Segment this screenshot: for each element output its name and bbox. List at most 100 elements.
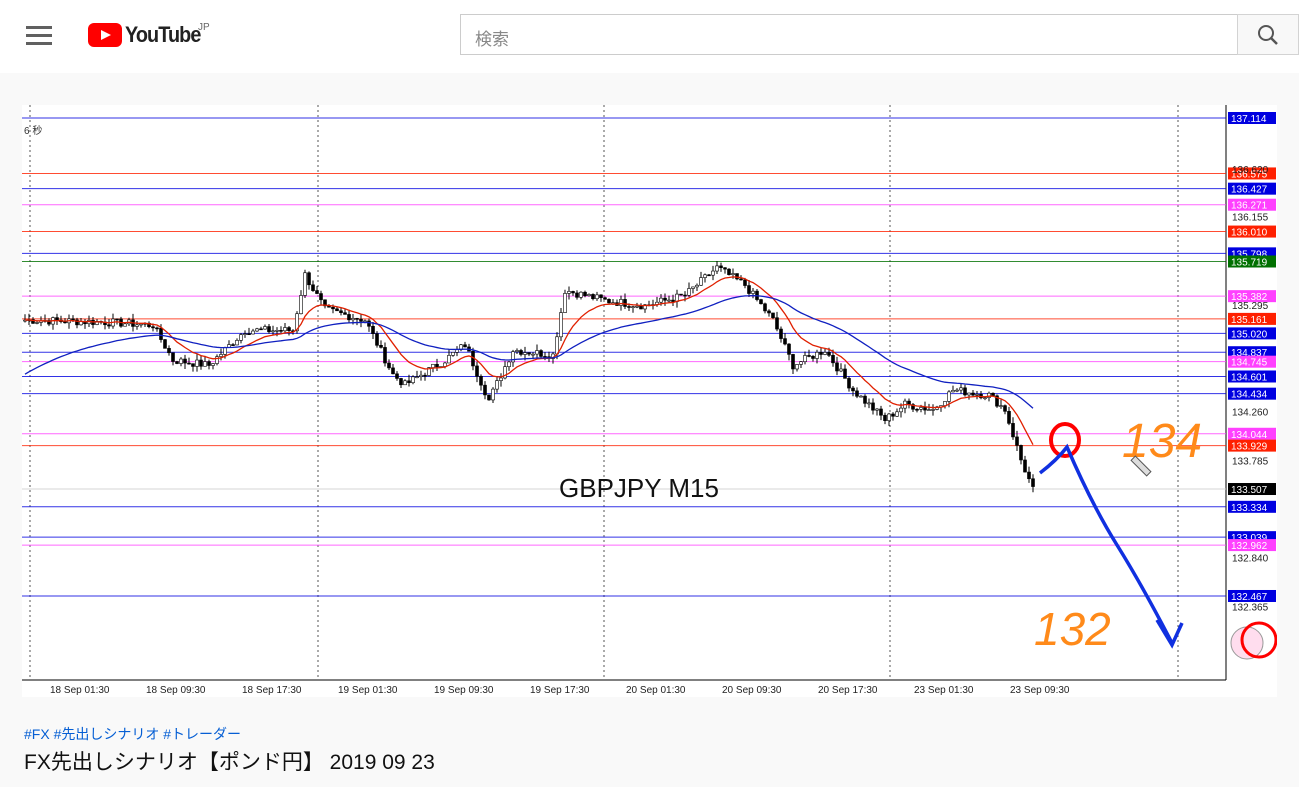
masthead: YouTube JP 検索 bbox=[0, 0, 1299, 73]
candle-body bbox=[447, 355, 451, 364]
candle-body bbox=[959, 387, 963, 391]
candle-body bbox=[795, 364, 799, 370]
candle-body bbox=[515, 350, 519, 352]
video-player[interactable]: 6 秒 137.114 136.575 136.427 136.271 136.010 13… bbox=[22, 105, 1277, 697]
candle-body bbox=[179, 358, 183, 364]
candle-body bbox=[971, 392, 975, 396]
search-button[interactable] bbox=[1237, 14, 1299, 55]
candle-body bbox=[523, 352, 527, 355]
candle-body bbox=[863, 395, 867, 404]
candle-body bbox=[687, 288, 691, 296]
candle-body bbox=[403, 380, 407, 386]
candle-body bbox=[815, 351, 819, 359]
candle-body bbox=[771, 312, 775, 318]
level-price-label: 132.467 bbox=[1231, 592, 1268, 603]
candle-body bbox=[555, 336, 559, 355]
candle-body bbox=[763, 303, 767, 312]
candle-body bbox=[915, 408, 919, 411]
candle-body bbox=[367, 320, 371, 327]
candle-body bbox=[335, 308, 339, 312]
candle-body bbox=[239, 334, 243, 341]
candle-body bbox=[299, 295, 303, 315]
y-tick-label: 132.365 bbox=[1232, 602, 1269, 613]
y-tick-label: 133.785 bbox=[1232, 456, 1269, 467]
video-title: FX先出しシナリオ【ポンド円】 2019 09 23 bbox=[24, 751, 435, 774]
candle-body bbox=[747, 285, 751, 294]
candle-body bbox=[1031, 478, 1035, 487]
candle-body bbox=[359, 318, 363, 322]
candle-body bbox=[203, 361, 207, 367]
candle-body bbox=[255, 328, 259, 332]
candle-body bbox=[727, 268, 731, 275]
candle-body bbox=[1027, 471, 1031, 480]
level-price-label: 134.745 bbox=[1231, 358, 1268, 369]
x-tick-label: 20 Sep 01:30 bbox=[626, 685, 686, 696]
candle-body bbox=[263, 326, 267, 330]
x-tick-label: 18 Sep 01:30 bbox=[50, 685, 110, 696]
candle-body bbox=[375, 333, 379, 346]
candle-body bbox=[199, 359, 203, 367]
candle-body bbox=[563, 293, 567, 313]
candle-body bbox=[191, 363, 195, 367]
candle-body bbox=[759, 299, 763, 305]
chart-overlay-title: GBPJPY M15 bbox=[559, 473, 719, 503]
y-tick-label: 135.295 bbox=[1232, 301, 1269, 312]
x-tick-label: 18 Sep 09:30 bbox=[146, 685, 206, 696]
candle-body bbox=[715, 265, 719, 272]
youtube-logo[interactable]: YouTube JP bbox=[88, 22, 210, 48]
candle-body bbox=[623, 299, 627, 307]
candle-body bbox=[835, 362, 839, 372]
candle-body bbox=[619, 299, 623, 306]
candle-body bbox=[275, 330, 279, 332]
candle-body bbox=[451, 352, 455, 356]
candle-body bbox=[571, 291, 575, 294]
candle-body bbox=[803, 355, 807, 362]
level-price-label: 134.434 bbox=[1231, 390, 1268, 401]
candle-body bbox=[195, 359, 199, 367]
candle-body bbox=[899, 407, 903, 413]
candle-body bbox=[883, 414, 887, 421]
level-price-label: 133.334 bbox=[1231, 503, 1268, 514]
candle-body bbox=[703, 274, 707, 278]
level-price-label: 135.020 bbox=[1231, 329, 1268, 340]
candle-body bbox=[207, 361, 211, 366]
candle-body bbox=[363, 320, 367, 323]
hashtags[interactable]: #FX #先出しシナリオ #トレーダー bbox=[24, 724, 241, 744]
candle-body bbox=[667, 299, 671, 302]
candle-body bbox=[1007, 411, 1011, 424]
candle-body bbox=[791, 354, 795, 370]
level-price-label: 132.962 bbox=[1231, 541, 1268, 552]
mascot-icon bbox=[1230, 626, 1264, 660]
candle-body bbox=[695, 284, 699, 288]
x-tick-label: 19 Sep 09:30 bbox=[434, 685, 494, 696]
candle-body bbox=[139, 323, 143, 326]
candle-body bbox=[527, 352, 531, 355]
x-tick-label: 20 Sep 17:30 bbox=[818, 685, 878, 696]
candle-body bbox=[35, 322, 39, 324]
candle-body bbox=[507, 361, 511, 367]
candle-body bbox=[419, 374, 423, 377]
candle-body bbox=[991, 392, 995, 397]
candle-body bbox=[731, 273, 735, 275]
level-price-label: 136.427 bbox=[1231, 185, 1268, 196]
candle-body bbox=[163, 339, 167, 349]
candle-body bbox=[1011, 423, 1015, 438]
candle-body bbox=[171, 352, 175, 362]
candle-body bbox=[855, 390, 859, 397]
candle-body bbox=[499, 377, 503, 381]
candle-body bbox=[663, 297, 667, 301]
candle-body bbox=[779, 328, 783, 339]
search-input[interactable]: 検索 bbox=[460, 14, 1238, 55]
candle-body bbox=[155, 327, 159, 330]
candle-body bbox=[927, 409, 931, 411]
candle-body bbox=[839, 368, 843, 372]
menu-icon[interactable] bbox=[26, 26, 52, 46]
region-code: JP bbox=[198, 22, 210, 33]
candle-body bbox=[491, 388, 495, 401]
candle-body bbox=[531, 353, 535, 356]
candle-body bbox=[487, 394, 491, 401]
candle-body bbox=[431, 363, 435, 368]
candle-body bbox=[307, 272, 311, 286]
candle-body bbox=[251, 330, 255, 335]
candle-body bbox=[183, 358, 187, 364]
